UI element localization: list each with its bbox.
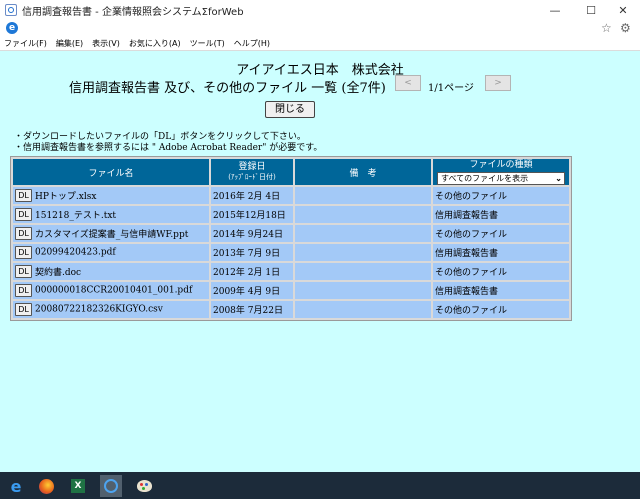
edge-icon[interactable]: e [5,475,27,497]
table-row: DL 000000018CCR20010401_001.pdf 2009年 4月 … [13,282,569,299]
header-filename: ファイル名 [13,159,209,185]
file-name: 契約書.doc [35,268,82,278]
download-button[interactable]: DL [15,265,32,278]
date-cell: 2015年12月18日 [211,206,293,223]
edge-icon-glyph: e [10,476,22,496]
table-row: DL HPトップ.xlsx 2016年 2月 4日 その他のファイル [13,187,569,204]
kind-cell: その他のファイル [433,263,569,280]
window-titlebar: 信用調査報告書 - 企業情報照会システムΣforWeb — ☐ ✕ [0,0,640,21]
header-kind-label: ファイルの種類 [469,159,533,170]
filename-cell: DL 契約書.doc [13,263,209,280]
file-name: 20080722182326KIGYO.csv [35,304,163,315]
header-registered-label: 登録日 [238,162,266,172]
excel-icon-glyph: X [71,479,85,493]
filename-cell: DL HPトップ.xlsx [13,187,209,204]
ie-page-icon [5,4,17,16]
filename-cell: DL 20080722182326KIGYO.csv [13,301,209,318]
download-button[interactable]: DL [15,189,32,202]
download-button[interactable]: DL [15,208,32,221]
company-name: アイアイエス日本 株式会社 [236,63,404,78]
internet-explorer-icon[interactable] [100,475,122,497]
header-registered-sub: (ｱｯﾌﾟﾛｰﾄﾞ日付) [228,173,276,181]
minimize-button[interactable]: — [538,0,572,20]
paint-icon[interactable] [133,475,155,497]
table-row: DL 20080722182326KIGYO.csv 2008年 7月22日 その… [13,301,569,318]
menu-view[interactable]: 表示(V) [88,38,125,49]
remarks-cell [295,263,431,280]
header-kind: ファイルの種類 すべてのファイルを表示 ⌄ [433,159,569,185]
firefox-icon[interactable] [35,475,57,497]
date-cell: 2012年 2月 1日 [211,263,293,280]
paint-icon-glyph [136,480,152,492]
maximize-button[interactable]: ☐ [574,0,608,20]
firefox-icon-glyph [38,478,54,494]
menu-help[interactable]: ヘルプ(H) [230,38,275,49]
chevron-down-icon: ⌄ [555,172,562,183]
download-button[interactable]: DL [15,284,32,297]
page-indicator: 1/1ページ [428,83,474,94]
header-registered: 登録日 (ｱｯﾌﾟﾛｰﾄﾞ日付) [211,159,293,185]
remarks-cell [295,301,431,318]
remarks-cell [295,244,431,261]
file-kind-select-value: すべてのファイルを表示 [441,173,529,183]
prev-page-button[interactable]: < [395,75,421,91]
table-row: DL 151218_テスト.txt 2015年12月18日 信用調査報告書 [13,206,569,223]
acrobat-note: ・信用調査報告書を参照するには " Adobe Acrobat Reader" … [14,143,323,153]
file-name: HPトップ.xlsx [35,192,97,202]
menu-edit[interactable]: 編集(E) [52,38,88,49]
kind-cell: その他のファイル [433,225,569,242]
menu-file[interactable]: ファイル(F) [0,38,52,49]
date-cell: 2014年 9月24日 [211,225,293,242]
filename-cell: DL 151218_テスト.txt [13,206,209,223]
download-button[interactable]: DL [15,227,32,240]
date-cell: 2009年 4月 9日 [211,282,293,299]
close-window-button[interactable]: ✕ [606,0,640,20]
date-cell: 2013年 7月 9日 [211,244,293,261]
file-name: カスタマイズ提案書_与信申請WF.ppt [35,230,189,240]
menu-favorites[interactable]: お気に入り(A) [125,38,186,49]
browser-toolbar: e ☆ ⚙ [0,20,640,36]
kind-cell: 信用調査報告書 [433,206,569,223]
file-name: 151218_テスト.txt [35,211,117,221]
menu-bar: ファイル(F) 編集(E) 表示(V) お気に入り(A) ツール(T) ヘルプ(… [0,36,640,51]
remarks-cell [295,225,431,242]
file-name: 02099420423.pdf [35,247,116,258]
download-button[interactable]: DL [15,303,32,316]
download-button[interactable]: DL [15,246,32,259]
star-icon[interactable]: ☆ [601,21,612,35]
table-row: DL 02099420423.pdf 2013年 7月 9日 信用調査報告書 [13,244,569,261]
filename-cell: DL カスタマイズ提案書_与信申請WF.ppt [13,225,209,242]
next-page-button[interactable]: > [485,75,511,91]
excel-icon[interactable]: X [67,475,89,497]
filename-cell: DL 000000018CCR20010401_001.pdf [13,282,209,299]
menu-tools[interactable]: ツール(T) [186,38,230,49]
close-button[interactable]: 閉じる [265,101,315,118]
window-title: 信用調査報告書 - 企業情報照会システムΣforWeb [22,6,244,18]
kind-cell: 信用調査報告書 [433,244,569,261]
header-remarks: 備 考 [295,159,431,185]
table-header-row: ファイル名 登録日 (ｱｯﾌﾟﾛｰﾄﾞ日付) 備 考 ファイルの種類 すべてのフ… [13,159,569,185]
date-cell: 2008年 7月22日 [211,301,293,318]
page-content: アイアイエス日本 株式会社 信用調査報告書 及び、その他のファイル 一覧 (全7… [0,51,640,472]
page-title: 信用調査報告書 及び、その他のファイル 一覧 (全7件) [69,81,386,96]
ie-favicon-icon: e [6,22,18,34]
kind-cell: その他のファイル [433,301,569,318]
date-cell: 2016年 2月 4日 [211,187,293,204]
table-row: DL カスタマイズ提案書_与信申請WF.ppt 2014年 9月24日 その他のフ… [13,225,569,242]
kind-cell: その他のファイル [433,187,569,204]
taskbar: e X [0,472,640,499]
remarks-cell [295,282,431,299]
table-row: DL 契約書.doc 2012年 2月 1日 その他のファイル [13,263,569,280]
filename-cell: DL 02099420423.pdf [13,244,209,261]
kind-cell: 信用調査報告書 [433,282,569,299]
internet-explorer-icon-glyph [104,479,118,493]
file-name: 000000018CCR20010401_001.pdf [35,285,193,296]
gear-icon[interactable]: ⚙ [620,21,631,35]
remarks-cell [295,187,431,204]
file-kind-select[interactable]: すべてのファイルを表示 ⌄ [437,171,565,185]
remarks-cell [295,206,431,223]
file-list-table: ファイル名 登録日 (ｱｯﾌﾟﾛｰﾄﾞ日付) 備 考 ファイルの種類 すべてのフ… [10,156,572,321]
